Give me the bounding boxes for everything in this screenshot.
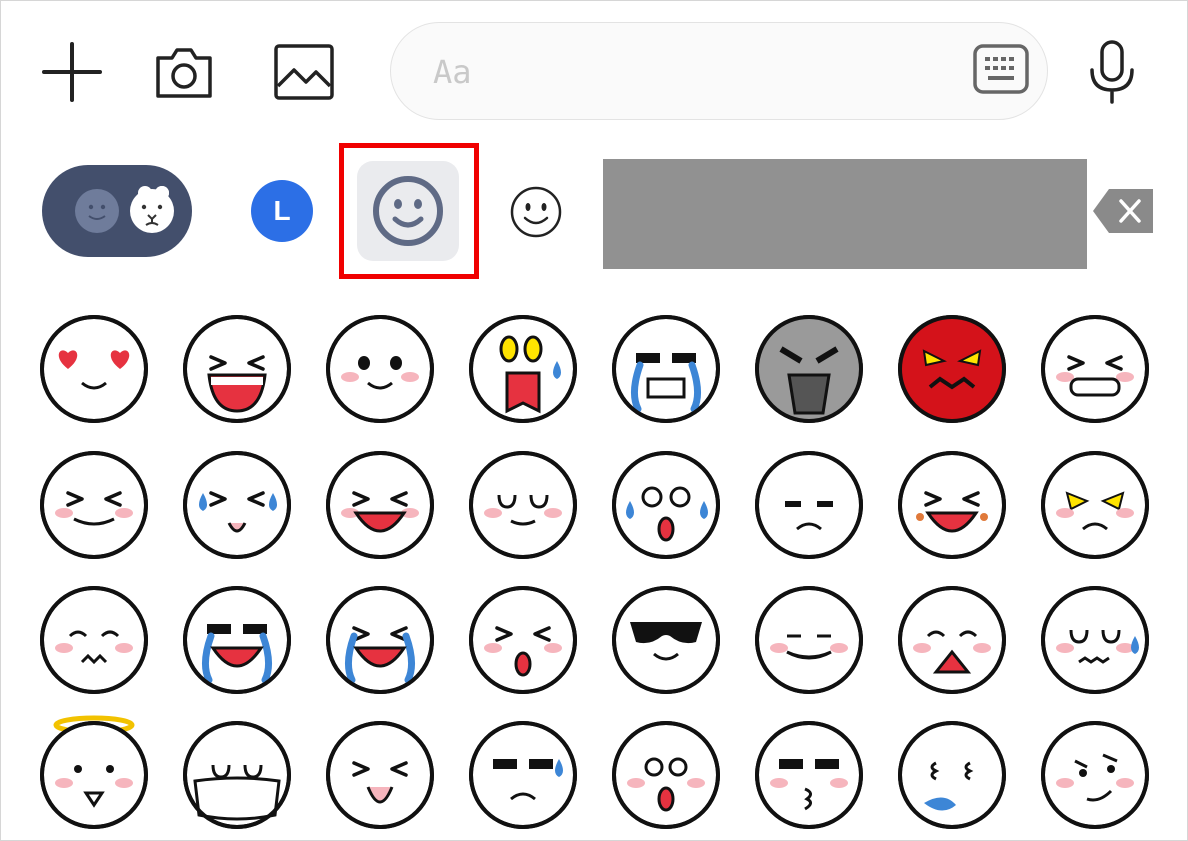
emoticon-tongue-tease[interactable] <box>324 719 436 831</box>
emoticon-kiss-cool[interactable] <box>753 719 865 831</box>
emoticon-surprised[interactable] <box>610 719 722 831</box>
emoticon-worried-sweat[interactable] <box>1039 584 1151 696</box>
emoticon-grid <box>0 0 1188 841</box>
emoticon-wailing-tears[interactable] <box>324 584 436 696</box>
emoticon-wink-laugh[interactable] <box>324 449 436 561</box>
emoticon-annoyed-grumble[interactable] <box>38 584 150 696</box>
emoticon-distressed[interactable] <box>896 584 1008 696</box>
emoticon-scary-grey[interactable] <box>753 313 865 425</box>
emoticon-shocked-tears[interactable] <box>610 449 722 561</box>
emoticon-sweaty-sad[interactable] <box>467 719 579 831</box>
emoticon-squint-grin[interactable] <box>38 449 150 561</box>
emoticon-gasp-squint[interactable] <box>467 584 579 696</box>
emoticon-big-laugh[interactable] <box>181 313 293 425</box>
emoticon-smirk[interactable] <box>1039 719 1151 831</box>
emoticon-sneeze-drip[interactable] <box>896 719 1008 831</box>
emoticon-face-mask[interactable] <box>181 719 293 831</box>
emoticon-crying-hard[interactable] <box>610 313 722 425</box>
emoticon-content-smile[interactable] <box>467 449 579 561</box>
emoticon-teary-smile[interactable] <box>324 313 436 425</box>
emoticon-red-angry[interactable] <box>896 313 1008 425</box>
emoticon-angel-halo[interactable] <box>38 715 150 831</box>
emoticon-grinning-teeth[interactable] <box>1039 313 1151 425</box>
emoticon-tongue-out-smile[interactable] <box>753 584 865 696</box>
emoticon-sad-frown[interactable] <box>753 449 865 561</box>
emoticon-sunglasses[interactable] <box>610 584 722 696</box>
emoticon-tongue-sweat[interactable] <box>181 449 293 561</box>
emoticon-screaming-ash[interactable] <box>896 449 1008 561</box>
emoticon-shocked-sweat[interactable] <box>467 313 579 425</box>
emoticon-laughing-tears[interactable] <box>181 584 293 696</box>
emoticon-angry-yellow-eyes[interactable] <box>1039 449 1151 561</box>
emoticon-heart-eyes[interactable] <box>38 313 150 425</box>
